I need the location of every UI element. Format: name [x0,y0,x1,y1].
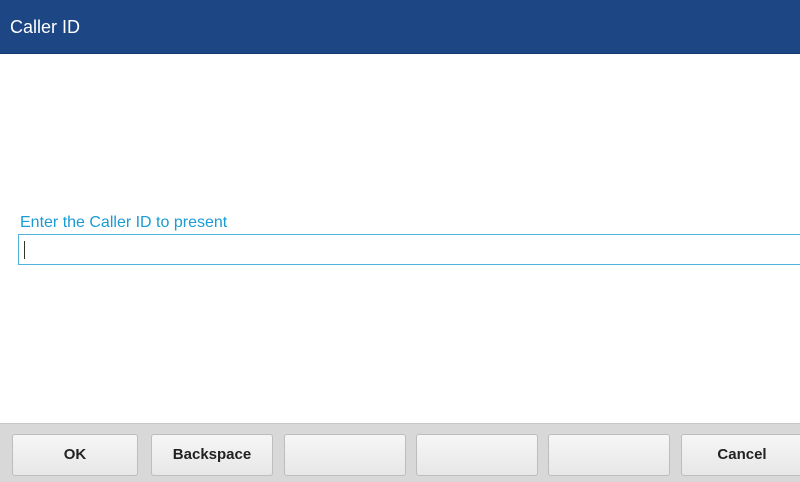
backspace-button[interactable]: Backspace [151,434,273,476]
title-bar: Caller ID [0,0,800,54]
softkey-4-button[interactable] [416,434,538,476]
softkey-5-button[interactable] [548,434,670,476]
screen-title: Caller ID [10,17,81,37]
ok-button[interactable]: OK [12,434,138,476]
text-cursor [24,241,25,259]
caller-id-input[interactable] [18,234,800,265]
caller-id-prompt-label: Enter the Caller ID to present [20,214,228,231]
cancel-button[interactable]: Cancel [681,434,800,476]
softkey-3-button[interactable] [284,434,406,476]
softkey-bar: OK Backspace Cancel [0,423,800,482]
